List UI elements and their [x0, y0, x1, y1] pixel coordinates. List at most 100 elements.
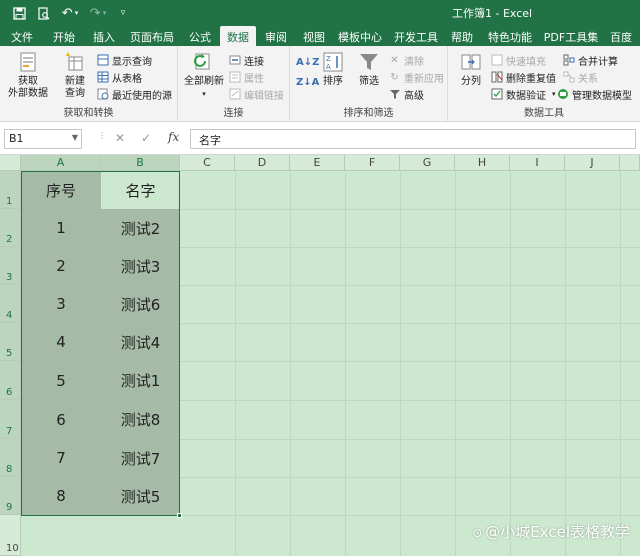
insert-function-icon[interactable]: fx — [168, 130, 179, 144]
cell-b3[interactable]: 测试3 — [101, 247, 180, 285]
cell-a6[interactable]: 5 — [21, 361, 101, 400]
show-query-button[interactable]: 显示查询 — [96, 52, 152, 68]
tab-pdf-tools[interactable]: PDF工具集 — [540, 26, 602, 46]
text-to-columns-button[interactable]: 分列 — [454, 50, 488, 88]
refresh-all-button[interactable]: 全部刷新 ▾ — [182, 50, 226, 100]
cancel-icon[interactable]: ✕ — [115, 131, 125, 145]
cell-b5[interactable]: 测试4 — [101, 323, 180, 361]
cell-b2[interactable]: 测试2 — [101, 209, 180, 247]
edit-links-label: 编辑链接 — [244, 90, 284, 102]
tab-review[interactable]: 审阅 — [256, 26, 296, 46]
reapply-button[interactable]: ↻ 重新应用 — [388, 69, 444, 85]
sort-button[interactable]: ZA 排序 — [318, 50, 348, 88]
relationships-button[interactable]: 关系 — [562, 69, 598, 85]
title-bar: ↶ ▾ ↷ ▾ ▿ 工作簿1 - Excel — [0, 0, 640, 26]
tab-special-features[interactable]: 特色功能 — [480, 26, 540, 46]
formula-input[interactable]: 名字 — [190, 129, 636, 149]
data-validation-dropdown-icon[interactable]: ▾ — [552, 90, 556, 98]
connections-button[interactable]: 连接 — [228, 52, 264, 68]
tab-file[interactable]: 文件 — [0, 26, 44, 46]
column-header-f[interactable]: F — [345, 155, 400, 171]
new-query-label: 新建 查询 — [65, 76, 85, 99]
tab-baidu[interactable]: 百度 — [602, 26, 640, 46]
row-header-10[interactable]: 10 — [0, 515, 21, 556]
cell-a3[interactable]: 2 — [21, 247, 101, 285]
row-header-4[interactable]: 4 — [0, 285, 21, 323]
fill-handle[interactable] — [177, 513, 182, 518]
tab-data[interactable]: 数据 — [220, 26, 256, 46]
cell-a8[interactable]: 7 — [21, 439, 101, 477]
row-header-5[interactable]: 5 — [0, 323, 21, 361]
row-header-7[interactable]: 7 — [0, 400, 21, 439]
advanced-filter-button[interactable]: 高级 — [388, 86, 424, 102]
cell-b8[interactable]: 测试7 — [101, 439, 180, 477]
text-to-columns-label: 分列 — [461, 76, 481, 87]
enter-icon[interactable]: ✓ — [141, 131, 151, 145]
worksheet-grid[interactable]: A B C D E F G H I J 1 2 3 4 5 6 7 8 9 10… — [0, 155, 640, 556]
tab-template-center[interactable]: 模板中心 — [332, 26, 388, 46]
row-header-6[interactable]: 6 — [0, 361, 21, 400]
tab-developer[interactable]: 开发工具 — [388, 26, 444, 46]
row-header-9[interactable]: 9 — [0, 477, 21, 515]
tab-insert[interactable]: 插入 — [84, 26, 124, 46]
cell-b6[interactable]: 测试1 — [101, 361, 180, 400]
tab-page-layout[interactable]: 页面布局 — [124, 26, 180, 46]
row-header-8[interactable]: 8 — [0, 439, 21, 477]
cell-b1[interactable]: 名字 — [101, 171, 180, 209]
remove-duplicates-button[interactable]: 删除重复值 — [490, 69, 556, 85]
row-header-2[interactable]: 2 — [0, 209, 21, 247]
properties-button[interactable]: 属性 — [228, 69, 264, 85]
cell-a7[interactable]: 6 — [21, 400, 101, 439]
name-box-dropdown-icon[interactable]: ▼ — [72, 133, 78, 142]
cell-a2[interactable]: 1 — [21, 209, 101, 247]
cell-b9[interactable]: 测试5 — [101, 477, 180, 515]
column-header-a[interactable]: A — [21, 155, 101, 171]
consolidate-button[interactable]: 合并计算 — [562, 52, 618, 68]
manage-data-model-button[interactable]: 管理数据模型 — [556, 86, 632, 102]
tab-view[interactable]: 视图 — [296, 26, 332, 46]
tab-help[interactable]: 帮助 — [444, 26, 480, 46]
column-header-c[interactable]: C — [180, 155, 235, 171]
column-header-b[interactable]: B — [101, 155, 180, 171]
print-preview-icon[interactable] — [34, 4, 52, 22]
data-validation-button[interactable]: 数据验证 ▾ — [490, 86, 556, 102]
cell-a5[interactable]: 4 — [21, 323, 101, 361]
redo-icon[interactable]: ↷ ▾ — [86, 4, 110, 22]
row-number: 7 — [6, 426, 13, 437]
cell-a9[interactable]: 8 — [21, 477, 101, 515]
customize-icon[interactable]: ▿ — [114, 4, 132, 22]
column-header-k[interactable] — [620, 155, 640, 171]
cell-a4[interactable]: 3 — [21, 285, 101, 323]
column-header-d[interactable]: D — [235, 155, 290, 171]
tab-formulas[interactable]: 公式 — [180, 26, 220, 46]
filter-button[interactable]: 筛选 — [354, 50, 384, 88]
column-headers: A B C D E F G H I J — [0, 155, 640, 171]
clear-filter-button[interactable]: ✕ 清除 — [388, 52, 424, 68]
row-header-3[interactable]: 3 — [0, 247, 21, 285]
from-table-button[interactable]: 从表格 — [96, 69, 142, 85]
name-box[interactable]: B1 ▼ — [4, 129, 82, 149]
tab-home[interactable]: 开始 — [44, 26, 84, 46]
flash-fill-button[interactable]: 快速填充 — [490, 52, 546, 68]
sort-ascending-icon[interactable]: A↓Z — [296, 54, 319, 70]
recent-sources-button[interactable]: 最近使用的源 — [96, 86, 172, 102]
new-query-button[interactable]: 新建 查询 — [56, 50, 94, 100]
select-all-corner[interactable] — [0, 155, 21, 171]
cell-b4[interactable]: 测试6 — [101, 285, 180, 323]
refresh-dropdown-icon[interactable]: ▾ — [202, 88, 206, 100]
save-icon[interactable] — [10, 4, 28, 22]
column-header-h[interactable]: H — [455, 155, 510, 171]
gridline — [455, 171, 456, 556]
get-external-data-button[interactable]: 获取 外部数据 — [4, 50, 52, 100]
column-header-g[interactable]: G — [400, 155, 455, 171]
row-header-1[interactable]: 1 — [0, 171, 21, 209]
cell-b7[interactable]: 测试8 — [101, 400, 180, 439]
column-header-e[interactable]: E — [290, 155, 345, 171]
column-header-i[interactable]: I — [510, 155, 565, 171]
undo-icon[interactable]: ↶ ▾ — [58, 4, 82, 22]
sort-descending-icon[interactable]: Z↓A — [296, 74, 319, 90]
column-header-j[interactable]: J — [565, 155, 620, 171]
edit-links-button[interactable]: 编辑链接 — [228, 86, 284, 102]
text-to-columns-icon — [459, 50, 483, 74]
cell-a1[interactable]: 序号 — [21, 171, 101, 209]
